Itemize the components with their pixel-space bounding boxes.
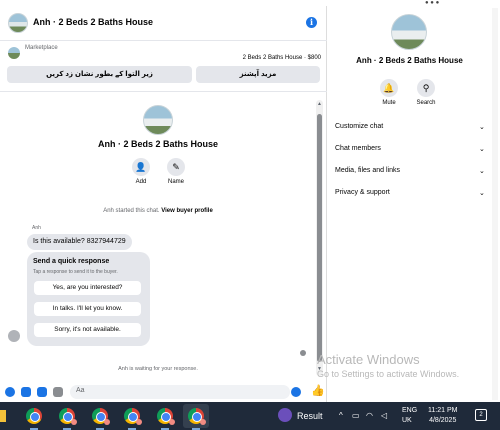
chat-window: Anh · 2 Beds 2 Baths House i Marketplace… <box>0 6 327 402</box>
emoji-icon[interactable] <box>291 387 301 397</box>
info-avatar[interactable] <box>391 14 427 50</box>
activate-windows-subtitle: Go to Settings to activate Windows. <box>317 369 460 379</box>
chevron-down-icon[interactable]: ⌄ <box>479 167 485 175</box>
clock-time: 11:21 PM <box>428 407 458 414</box>
notification-icon[interactable]: 2 <box>475 409 487 421</box>
sender-name: Anh <box>32 225 41 231</box>
pencil-icon[interactable]: ✎ <box>167 158 185 176</box>
chrome-icon[interactable] <box>157 408 175 425</box>
quick-response-button[interactable]: In talks. I'll let you know. <box>34 302 141 316</box>
composer-bar: Aa 👍 <box>0 382 327 402</box>
chrome-icon[interactable] <box>92 408 110 425</box>
chat-title[interactable]: Anh · 2 Beds 2 Baths House <box>33 17 153 27</box>
message-thread[interactable]: ▲ ▼ Anh · 2 Beds 2 Baths House 👤 Add ✎ N… <box>0 92 327 382</box>
quick-response-button[interactable]: Sorry, it's not available. <box>34 323 141 337</box>
scroll-up-arrow-icon[interactable]: ▲ <box>317 101 322 107</box>
chrome-icon[interactable] <box>59 408 77 425</box>
search-icon[interactable]: ⚲ <box>417 79 435 97</box>
name-label: Name <box>167 179 184 185</box>
screen: ● ● ● Anh · 2 Beds 2 Baths House i Marke… <box>0 0 500 430</box>
thumbs-up-icon[interactable]: 👍 <box>311 384 325 397</box>
add-label: Add <box>135 179 147 185</box>
message-input[interactable]: Aa <box>70 385 290 399</box>
listing-title[interactable]: 2 Beds 2 Baths House · $800 <box>243 55 321 61</box>
result-label[interactable]: Result <box>297 411 323 421</box>
search-label: Search <box>416 100 436 106</box>
language-indicator[interactable]: ENG UK <box>402 406 417 426</box>
started-text: Anh started this chat. <box>103 208 160 214</box>
view-buyer-profile-link[interactable]: View buyer profile <box>161 208 213 214</box>
chevron-down-icon[interactable]: ⌄ <box>479 189 485 197</box>
waiting-note: Anh is waiting for your response. <box>118 366 198 372</box>
listing-thumbnail <box>8 47 20 59</box>
result-app-icon[interactable] <box>278 408 292 422</box>
chat-header: Anh · 2 Beds 2 Baths House i <box>0 6 327 40</box>
quick-response-card: Send a quick response Tap a response to … <box>27 252 150 346</box>
chevron-down-icon[interactable]: ⌄ <box>479 145 485 153</box>
quick-response-subtitle: Tap a response to send it to the buyer. <box>33 269 118 275</box>
quick-response-button[interactable]: Yes, are you interested? <box>34 281 141 295</box>
taskbar: Result ^ ▭ ◠ ◁ ENG UK 11:21 PM 4/8/2025 … <box>0 402 500 430</box>
seen-icon <box>300 350 306 356</box>
sticker-icon[interactable] <box>37 387 47 397</box>
language-region: UK <box>402 417 412 424</box>
image-icon[interactable] <box>21 387 31 397</box>
wifi-icon[interactable]: ◠ <box>366 411 373 420</box>
marketplace-bar: Marketplace 2 Beds 2 Baths House · $800 … <box>0 40 327 92</box>
chrome-icon[interactable] <box>188 408 206 425</box>
scrollbar-thumb[interactable] <box>317 114 322 362</box>
display-icon[interactable]: ▭ <box>352 411 360 420</box>
bell-icon[interactable]: 🔔 <box>380 79 398 97</box>
file-explorer-icon[interactable] <box>0 410 6 422</box>
thread-title: Anh · 2 Beds 2 Baths House <box>97 139 219 149</box>
activate-windows-title: Activate Windows <box>317 352 420 367</box>
menu-privacy-support[interactable]: Privacy & support <box>335 189 390 196</box>
message-input-placeholder: Aa <box>76 387 85 394</box>
menu-customize-chat[interactable]: Customize chat <box>335 123 383 130</box>
chat-started-note: Anh started this chat. View buyer profil… <box>0 208 316 214</box>
volume-icon[interactable]: ◁ <box>381 411 387 420</box>
language-code: ENG <box>402 407 418 414</box>
page-scrollbar[interactable] <box>492 8 498 400</box>
message-bubble[interactable]: Is this available? 8327944729 <box>27 234 132 250</box>
more-options-button[interactable]: مزید آپشنز <box>196 66 320 83</box>
chat-avatar[interactable] <box>8 13 28 33</box>
chevron-down-icon[interactable]: ⌄ <box>479 123 485 131</box>
marketplace-label: Marketplace <box>25 45 58 51</box>
chrome-icon[interactable] <box>124 408 142 425</box>
clock-date: 4/8/2025 <box>429 417 457 424</box>
quick-response-title: Send a quick response <box>33 258 110 265</box>
mark-pending-button[interactable]: زیر التوا کے بطور نشان زد کریں <box>7 66 192 83</box>
menu-media-files-links[interactable]: Media, files and links <box>335 167 400 174</box>
plus-icon[interactable] <box>5 387 15 397</box>
gif-icon[interactable] <box>53 387 63 397</box>
chevron-up-icon[interactable]: ^ <box>339 411 343 420</box>
add-person-icon[interactable]: 👤 <box>132 158 150 176</box>
thread-avatar[interactable] <box>143 105 173 135</box>
info-name: Anh · 2 Beds 2 Baths House <box>356 56 463 65</box>
clock[interactable]: 11:21 PM 4/8/2025 <box>428 406 457 426</box>
menu-chat-members[interactable]: Chat members <box>335 145 381 152</box>
conversation-info-panel: Anh · 2 Beds 2 Baths House 🔔 Mute ⚲ Sear… <box>327 6 492 402</box>
info-icon[interactable]: i <box>306 17 317 28</box>
chrome-icon[interactable] <box>26 408 42 424</box>
buyer-avatar[interactable] <box>8 330 20 342</box>
mute-label: Mute <box>382 100 396 106</box>
